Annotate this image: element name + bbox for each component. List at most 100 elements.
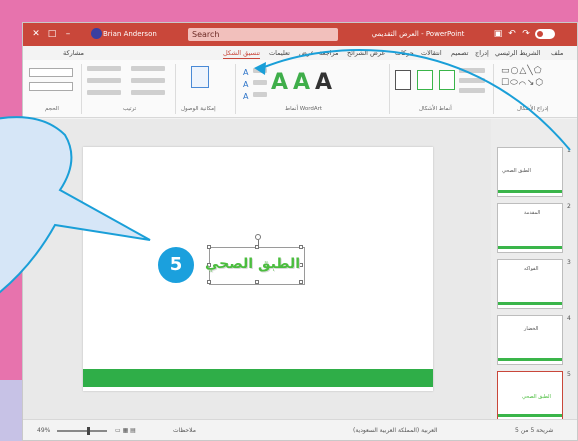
search-input[interactable]: Search: [188, 28, 338, 41]
group-accessibility-label: إمكانية الوصول: [181, 106, 216, 112]
divider: [493, 64, 494, 114]
powerpoint-window: ✕ □ – Brian Anderson Search العرض التقدي…: [22, 22, 578, 441]
rotate-button[interactable]: [131, 90, 165, 95]
thumbnail-slide-3[interactable]: الفواكه: [497, 259, 563, 309]
zoom-level[interactable]: 49%: [37, 427, 50, 434]
tab-shape-format[interactable]: تنسيق الشكل: [223, 48, 261, 59]
group-shape-styles-label: أنماط الأشكال: [419, 106, 452, 112]
shapes-gallery[interactable]: ▭○△╲⬠ ☐⬭⌒↘⬡: [501, 66, 573, 102]
avatar[interactable]: [91, 28, 102, 39]
align-button[interactable]: [131, 66, 165, 71]
divider: [389, 64, 390, 114]
text-outline-label: [253, 80, 267, 85]
wordart-style-3[interactable]: A: [315, 70, 332, 95]
wordart-style-1[interactable]: A: [271, 70, 288, 95]
wordart-title-text[interactable]: الطبق الصحي: [205, 256, 300, 272]
shapes-icons-row2: ☐⬭⌒↘⬡: [501, 78, 545, 88]
shape-outline-button[interactable]: [459, 78, 485, 83]
text-fill-label: [253, 68, 267, 73]
thumbnail-slide-2[interactable]: المقدمة: [497, 203, 563, 253]
redo-icon[interactable]: ↷: [521, 29, 531, 39]
document-title: العرض التقديمي - PowerPoint: [371, 30, 465, 38]
toggle-knob: [537, 31, 543, 37]
rotate-handle[interactable]: [255, 234, 261, 240]
tab-insert[interactable]: إدراج: [475, 48, 489, 58]
thumbnail-slide-1[interactable]: الطبق الصحي: [497, 147, 563, 197]
slide-thumbnails: الطبق الصحي 1 المقدمة 2 الفواكه 3 الخضار…: [491, 119, 577, 421]
thumbnail-bar: [498, 414, 562, 417]
shape-style-2[interactable]: [417, 70, 433, 90]
tab-transitions[interactable]: انتقالات: [421, 48, 442, 58]
thumbnail-bar: [498, 246, 562, 249]
slide-footer-bar: [83, 369, 433, 387]
tab-view[interactable]: عرض: [299, 48, 314, 58]
text-effects-label: [253, 92, 267, 97]
wordart-style-2[interactable]: A: [293, 70, 310, 95]
fill-row: [459, 68, 485, 73]
tab-share[interactable]: مشاركة: [63, 48, 84, 58]
zoom-slider-thumb[interactable]: [87, 427, 90, 435]
text-fill-icon[interactable]: A: [243, 68, 253, 78]
resize-handle-t[interactable]: [255, 245, 259, 249]
slide-counter: شريحة 5 من 5: [515, 427, 554, 434]
thumbnail-number: 5: [567, 371, 571, 378]
thumbnail-text: الفواكه: [524, 266, 539, 272]
maximize-icon[interactable]: □: [47, 29, 57, 39]
label-bar: [253, 80, 267, 85]
slide-editor[interactable]: الطبق الصحي: [23, 119, 491, 419]
send-backward-button[interactable]: [87, 78, 121, 83]
text-outline-icon[interactable]: A: [243, 80, 253, 90]
effects-row: [459, 88, 485, 93]
notes-button[interactable]: ملاحظات: [173, 427, 196, 434]
zoom-slider[interactable]: [57, 430, 107, 432]
group-wordart-label: أنماط WordArt: [285, 106, 323, 112]
resize-handle-b[interactable]: [255, 280, 259, 284]
slide-canvas[interactable]: الطبق الصحي: [83, 147, 433, 391]
group-button[interactable]: [131, 78, 165, 83]
save-icon[interactable]: ▣: [493, 29, 503, 39]
divider: [235, 64, 236, 114]
shape-style-1[interactable]: [395, 70, 411, 90]
tab-home[interactable]: الشريط الرئيسي: [495, 48, 541, 58]
tab-design[interactable]: تصميم: [451, 48, 469, 58]
tab-slideshow[interactable]: عرض الشرائح: [347, 48, 385, 58]
thumbnail-number: 3: [567, 259, 571, 266]
undo-icon[interactable]: ↶: [507, 29, 517, 39]
thumbnail-text: الخضار: [524, 326, 539, 332]
bring-forward-button[interactable]: [87, 66, 121, 71]
minimize-icon[interactable]: –: [63, 29, 73, 39]
label-bar: [253, 68, 267, 73]
ribbon-tabs: ملف الشريط الرئيسي إدراج تصميم انتقالات …: [23, 46, 577, 60]
text-effects-icon[interactable]: A: [243, 92, 253, 102]
resize-handle-bl[interactable]: [207, 280, 211, 284]
resize-handle-br[interactable]: [299, 280, 303, 284]
shapes-icons: ▭○△╲⬠: [501, 66, 543, 76]
alt-text-icon[interactable]: [191, 66, 209, 88]
thumbnail-bar: [498, 358, 562, 361]
resize-handle-tl[interactable]: [207, 245, 211, 249]
title-textbox[interactable]: الطبق الصحي: [205, 234, 305, 285]
autosave-toggle[interactable]: [535, 29, 555, 39]
thumbnail-text: الطبق الصحي: [502, 168, 531, 174]
view-buttons-icon[interactable]: ▭ ▦ ▤: [115, 427, 136, 434]
height-field[interactable]: [29, 68, 73, 77]
shape-fill-button[interactable]: [459, 68, 485, 73]
close-icon[interactable]: ✕: [31, 29, 41, 39]
tab-help[interactable]: تعليمات: [269, 48, 290, 58]
thumbnail-number: 1: [567, 147, 571, 154]
thumbnail-slide-4[interactable]: الخضار: [497, 315, 563, 365]
thumbnail-bar: [498, 190, 562, 193]
divider: [81, 64, 82, 114]
tab-review[interactable]: مراجعة: [319, 48, 339, 58]
width-field[interactable]: [29, 82, 73, 91]
thumbnail-text: المقدمة: [524, 210, 541, 216]
tab-animations[interactable]: حركات: [395, 48, 414, 58]
shape-effects-button[interactable]: [459, 88, 485, 93]
thumbnail-bar: [498, 302, 562, 305]
status-bar: 49% ▭ ▦ ▤ ملاحظات العربية (المملكة العرب…: [23, 419, 577, 440]
selection-pane-button[interactable]: [87, 90, 121, 95]
resize-handle-tr[interactable]: [299, 245, 303, 249]
shape-style-3[interactable]: [439, 70, 455, 90]
tab-file[interactable]: ملف: [551, 48, 563, 58]
thumbnail-slide-5[interactable]: الطبق الصحي: [497, 371, 563, 421]
